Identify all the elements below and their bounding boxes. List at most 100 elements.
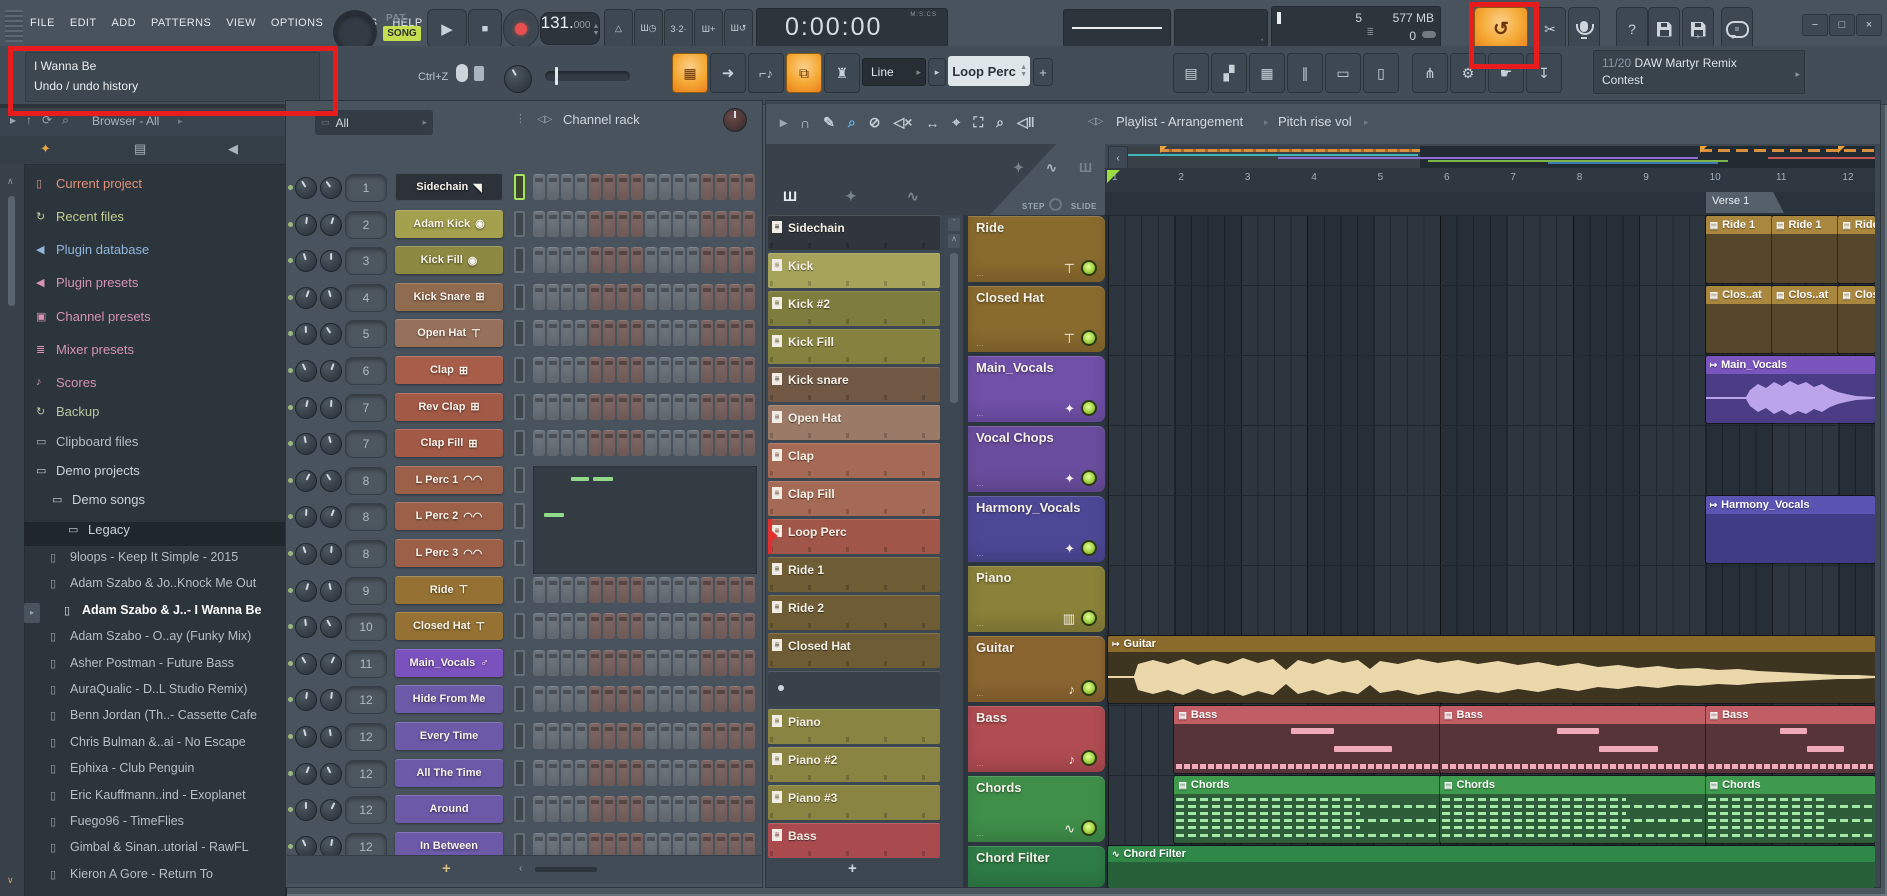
step-cell[interactable] <box>547 796 559 822</box>
step-cell[interactable] <box>743 796 755 822</box>
channel-volume-knob[interactable] <box>320 763 342 785</box>
pattern-clip-clos-at[interactable]: ▤Clos..at <box>1706 286 1772 353</box>
step-cell[interactable] <box>561 211 573 237</box>
pattern-clip-ride-1[interactable]: ▤Ride 1 <box>1772 216 1838 283</box>
channel-button-closed-hat[interactable]: Closed Hat⊤ <box>395 612 503 640</box>
channel-button-kick-snare[interactable]: Kick Snare⊞ <box>395 283 503 311</box>
step-cell[interactable] <box>687 211 699 237</box>
step-cell[interactable] <box>715 723 727 749</box>
countdown-button[interactable]: 3·2· <box>664 9 693 48</box>
step-cell[interactable] <box>701 723 713 749</box>
step-cell[interactable] <box>547 394 559 420</box>
help-button[interactable]: ? <box>1616 7 1648 51</box>
step-cell[interactable] <box>673 686 685 712</box>
step-toggle-circle[interactable] <box>1049 198 1062 211</box>
step-cell[interactable] <box>645 284 657 310</box>
step-cell[interactable] <box>701 796 713 822</box>
channel-volume-knob[interactable] <box>320 323 342 345</box>
step-cell[interactable] <box>631 613 643 639</box>
step-cell[interactable] <box>547 760 559 786</box>
channel-pan-knob[interactable] <box>295 360 317 382</box>
step-cell[interactable] <box>575 760 587 786</box>
channel-select-led[interactable] <box>514 613 525 639</box>
step-cell[interactable] <box>645 394 657 420</box>
step-cell[interactable] <box>547 613 559 639</box>
step-cell[interactable] <box>575 174 587 200</box>
tab-plugins[interactable]: ◀ <box>228 141 238 157</box>
step-cell[interactable] <box>589 357 601 383</box>
step-cell[interactable] <box>687 577 699 603</box>
channel-select-led[interactable] <box>514 686 525 712</box>
step-cell[interactable] <box>715 284 727 310</box>
step-cell[interactable] <box>743 833 755 855</box>
track-mute-led[interactable] <box>1081 680 1097 696</box>
track-options-dots[interactable]: ... <box>976 478 984 488</box>
channel-pan-knob[interactable] <box>295 470 317 492</box>
step-cell[interactable] <box>645 174 657 200</box>
channel-volume-knob[interactable] <box>320 287 342 309</box>
playlist-ruler[interactable] <box>1105 168 1875 193</box>
step-cell[interactable] <box>701 284 713 310</box>
menu-item-file[interactable]: FILE <box>30 17 55 29</box>
channel-target-track[interactable]: 2 <box>345 211 387 239</box>
track-mute-led[interactable] <box>1081 610 1097 626</box>
picker-item-empty[interactable] <box>768 671 940 706</box>
piano-roll-button[interactable]: ▞ <box>1211 53 1247 93</box>
step-cell[interactable] <box>659 833 671 855</box>
picker-add-button[interactable]: + <box>848 860 857 877</box>
picker-item-open-hat[interactable]: ≡Open Hat <box>768 405 940 440</box>
step-cell[interactable] <box>701 174 713 200</box>
channel-select-led[interactable] <box>514 577 525 603</box>
step-cell[interactable] <box>603 833 615 855</box>
step-cell[interactable] <box>575 430 587 456</box>
step-cell[interactable] <box>743 247 755 273</box>
delete-icon[interactable]: ⊘ <box>869 114 881 131</box>
step-cell[interactable] <box>701 430 713 456</box>
channel-mute-led[interactable] <box>288 478 293 483</box>
maximize-button[interactable]: □ <box>1829 14 1855 36</box>
step-cell[interactable] <box>561 796 573 822</box>
channel-pan-knob[interactable] <box>295 836 317 855</box>
sidebar-item-backup[interactable]: Backup <box>56 404 99 419</box>
playback-icon[interactable]: ⌖ <box>952 114 960 131</box>
browser-file-item[interactable]: Adam Szabo & Jo..Knock Me Out <box>70 576 256 590</box>
picker-scrollbar[interactable]: ' ∧ <box>945 215 963 860</box>
step-cell[interactable] <box>589 833 601 855</box>
channel-volume-knob[interactable] <box>320 580 342 602</box>
channel-volume-knob[interactable] <box>320 543 342 565</box>
channel-button-l-perc-1[interactable]: L Perc 1◠◠ <box>395 466 503 494</box>
step-cell[interactable] <box>617 760 629 786</box>
step-cell[interactable] <box>659 613 671 639</box>
channel-volume-knob[interactable] <box>320 470 342 492</box>
step-cell[interactable] <box>575 723 587 749</box>
sidebar-item-plugin-database[interactable]: Plugin database <box>56 242 149 257</box>
step-cell[interactable] <box>533 796 545 822</box>
sidebar-item-current-project[interactable]: Current project <box>56 176 142 191</box>
step-cell[interactable] <box>575 577 587 603</box>
channel-filter-dropdown[interactable]: ▭ All ▸ <box>315 110 433 135</box>
channel-select-led[interactable] <box>514 430 525 456</box>
bpm-spinner[interactable]: ▲▼ <box>592 23 599 37</box>
main-pitch-slider[interactable] <box>545 71 630 81</box>
step-cell[interactable] <box>561 577 573 603</box>
picker-item-kick[interactable]: ≡Kick <box>768 253 940 288</box>
track-options-dots[interactable]: ... <box>976 828 984 838</box>
step-cell[interactable] <box>659 760 671 786</box>
step-cell[interactable] <box>659 357 671 383</box>
channel-volume-knob[interactable] <box>320 360 342 382</box>
feedback-button[interactable]: = <box>1721 7 1753 51</box>
channel-mute-led[interactable] <box>288 734 293 739</box>
browser-file-item[interactable]: Adam Szabo & J..- I Wanna Be <box>82 603 261 617</box>
tab-pattern-clips[interactable]: Ш <box>783 188 797 204</box>
step-cell[interactable] <box>729 613 741 639</box>
browser-file-item[interactable]: Asher Postman - Future Bass <box>70 656 234 670</box>
step-cell[interactable] <box>631 686 643 712</box>
magnet-icon[interactable]: ∩ <box>800 115 810 131</box>
step-cell[interactable] <box>715 577 727 603</box>
step-cell[interactable] <box>547 686 559 712</box>
link-controllers-button[interactable]: ⧉ <box>786 53 822 93</box>
track-mute-led[interactable] <box>1081 400 1097 416</box>
channel-target-track[interactable]: 12 <box>345 833 387 855</box>
multilink-button[interactable]: ⌐♪ <box>748 53 784 93</box>
rack-hscroll-left-icon[interactable]: ‹ <box>519 863 522 874</box>
